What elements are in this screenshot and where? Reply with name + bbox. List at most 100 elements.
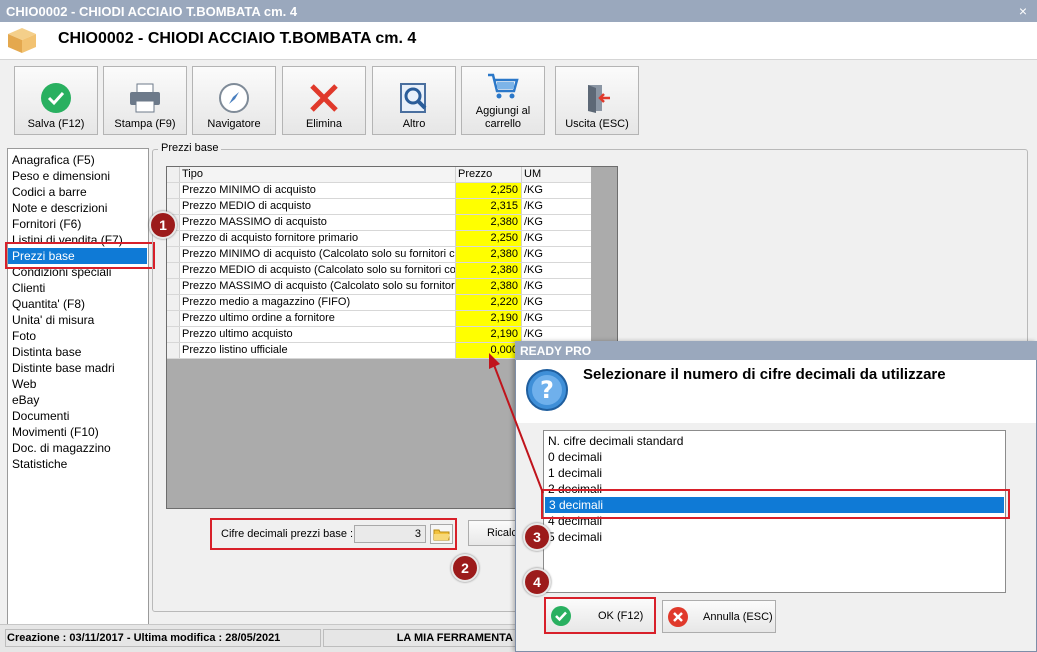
- dialog-title: READY PRO: [515, 341, 1037, 360]
- navigator-label: Navigatore: [207, 118, 261, 130]
- save-label: Salva (F12): [27, 118, 85, 130]
- row-selector: [167, 247, 180, 262]
- annotation-arrow: [489, 353, 544, 494]
- save-button[interactable]: Salva (F12): [14, 66, 98, 135]
- sidebar-item[interactable]: Unita' di misura: [8, 312, 148, 328]
- table-row[interactable]: Prezzo ultimo ordine a fornitore 2,190/KG: [167, 311, 591, 327]
- sidebar-item[interactable]: Fornitori (F6): [8, 216, 148, 232]
- cell-prezzo: 2,380: [456, 263, 522, 278]
- delete-x-icon: [310, 84, 338, 112]
- group-label: Prezzi base: [158, 142, 222, 154]
- cell-prezzo: 2,250: [456, 231, 522, 246]
- ok-label: OK (F12): [598, 609, 644, 622]
- sidebar-item[interactable]: Distinta base: [8, 344, 148, 360]
- close-icon[interactable]: ×: [1015, 3, 1031, 19]
- delete-button[interactable]: Elimina: [282, 66, 366, 135]
- sidebar-item[interactable]: Codici a barre: [8, 184, 148, 200]
- cell-um: /KG: [524, 328, 543, 340]
- sidebar-item[interactable]: Clienti: [8, 280, 148, 296]
- cart-label-line1: Aggiungi al: [475, 105, 531, 117]
- option-standard[interactable]: N. cifre decimali standard: [544, 433, 1005, 449]
- box-icon: [6, 26, 38, 54]
- print-button[interactable]: Stampa (F9): [103, 66, 187, 135]
- page-title: CHIO0002 - CHIODI ACCIAIO T.BOMBATA cm. …: [58, 30, 417, 47]
- cell-tipo: Prezzo medio a magazzino (FIFO): [180, 295, 456, 310]
- row-selector: [167, 343, 180, 358]
- table-row[interactable]: Prezzo medio a magazzino (FIFO) 2,220/KG: [167, 295, 591, 311]
- table-row[interactable]: Prezzo MEDIO di acquisto (Calcolato solo…: [167, 263, 591, 279]
- cell-tipo: Prezzo di acquisto fornitore primario: [180, 231, 456, 246]
- cancel-button[interactable]: Annulla (ESC): [662, 600, 776, 633]
- sidebar-item[interactable]: Movimenti (F10): [8, 424, 148, 440]
- cell-prezzo: 2,190: [456, 311, 522, 326]
- column-header-prezzo: Prezzo: [456, 167, 522, 182]
- cell-tipo: Prezzo listino ufficiale: [180, 343, 456, 358]
- grid-header-row: Tipo Prezzo UM: [167, 167, 591, 183]
- sidebar-item[interactable]: Statistiche: [8, 456, 148, 472]
- decimals-field[interactable]: 3: [354, 525, 426, 543]
- sidebar-item[interactable]: Foto: [8, 328, 148, 344]
- window-title-bar: CHIO0002 - CHIODI ACCIAIO T.BOMBATA cm. …: [0, 0, 1037, 22]
- cell-um: /KG: [524, 248, 543, 260]
- sidebar-item[interactable]: Note e descrizioni: [8, 200, 148, 216]
- cell-prezzo: 2,190: [456, 327, 522, 342]
- sidebar-item[interactable]: Doc. di magazzino: [8, 440, 148, 456]
- column-header-tipo: Tipo: [180, 167, 456, 182]
- table-row[interactable]: Prezzo MEDIO di acquisto 2,315/KG: [167, 199, 591, 215]
- option-highlight: [541, 489, 1010, 519]
- cell-um: /KG: [524, 312, 543, 324]
- sidebar-item[interactable]: Peso e dimensioni: [8, 168, 148, 184]
- row-selector: [167, 279, 180, 294]
- cell-tipo: Prezzo MEDIO di acquisto (Calcolato solo…: [182, 263, 456, 278]
- decimals-picker-button[interactable]: [430, 524, 453, 544]
- delete-label: Elimina: [305, 118, 343, 130]
- option-0[interactable]: 0 decimali: [544, 449, 1005, 465]
- cell-tipo: Prezzo MEDIO di acquisto: [180, 199, 456, 214]
- row-selector: [167, 311, 180, 326]
- cancel-icon: [668, 606, 688, 627]
- sidebar-item[interactable]: Web: [8, 376, 148, 392]
- cell-prezzo: 2,380: [456, 215, 522, 230]
- cell-tipo: Prezzo MASSIMO di acquisto: [180, 215, 456, 230]
- row-selector: [167, 183, 180, 198]
- step-marker-1: 1: [149, 211, 177, 239]
- cell-prezzo: 2,220: [456, 295, 522, 310]
- table-row[interactable]: Prezzo MINIMO di acquisto 2,250/KG: [167, 183, 591, 199]
- sidebar-item[interactable]: eBay: [8, 392, 148, 408]
- cell-prezzo: 2,380: [456, 279, 522, 294]
- navigator-button[interactable]: Navigatore: [192, 66, 276, 135]
- ok-button[interactable]: OK (F12): [544, 597, 656, 634]
- table-row[interactable]: Prezzo MINIMO di acquisto (Calcolato sol…: [167, 247, 591, 263]
- sidebar-item[interactable]: Quantita' (F8): [8, 296, 148, 312]
- status-dates: Creazione : 03/11/2017 - Ultima modifica…: [5, 629, 321, 647]
- cell-um: /KG: [524, 280, 543, 292]
- other-label: Altro: [402, 118, 426, 130]
- step-marker-3: 3: [523, 523, 551, 551]
- cancel-label: Annulla (ESC): [703, 610, 773, 623]
- cell-tipo: Prezzo MINIMO di acquisto (Calcolato sol…: [182, 247, 456, 262]
- sidebar-item[interactable]: Documenti: [8, 408, 148, 424]
- table-row[interactable]: Prezzo di acquisto fornitore primario 2,2…: [167, 231, 591, 247]
- other-button[interactable]: Altro: [372, 66, 456, 135]
- option-1[interactable]: 1 decimali: [544, 465, 1005, 481]
- table-row[interactable]: Prezzo MASSIMO di acquisto 2,380/KG: [167, 215, 591, 231]
- option-5[interactable]: 5 decimali: [544, 529, 1005, 545]
- cell-tipo: Prezzo ultimo acquisto: [180, 327, 456, 342]
- cell-um: /KG: [524, 184, 543, 196]
- exit-button[interactable]: Uscita (ESC): [555, 66, 639, 135]
- cell-prezzo: 2,315: [456, 199, 522, 214]
- step-marker-4: 4: [523, 568, 551, 596]
- cart-icon: [488, 73, 519, 99]
- print-label: Stampa (F9): [114, 118, 176, 130]
- add-to-cart-button[interactable]: Aggiungi al carrello: [461, 66, 545, 135]
- printer-icon: [130, 83, 160, 113]
- table-row[interactable]: Prezzo MASSIMO di acquisto (Calcolato so…: [167, 279, 591, 295]
- dialog-message: Selezionare il numero di cifre decimali …: [583, 366, 946, 383]
- search-document-icon: [400, 83, 427, 113]
- cell-prezzo: 2,380: [456, 247, 522, 262]
- sidebar: Anagrafica (F5) Peso e dimensioni Codici…: [7, 148, 149, 627]
- sidebar-item[interactable]: Anagrafica (F5): [8, 152, 148, 168]
- sidebar-item[interactable]: Distinte base madri: [8, 360, 148, 376]
- cart-label-line2: carrello: [484, 118, 522, 130]
- cell-tipo: Prezzo MASSIMO di acquisto (Calcolato so…: [182, 279, 456, 294]
